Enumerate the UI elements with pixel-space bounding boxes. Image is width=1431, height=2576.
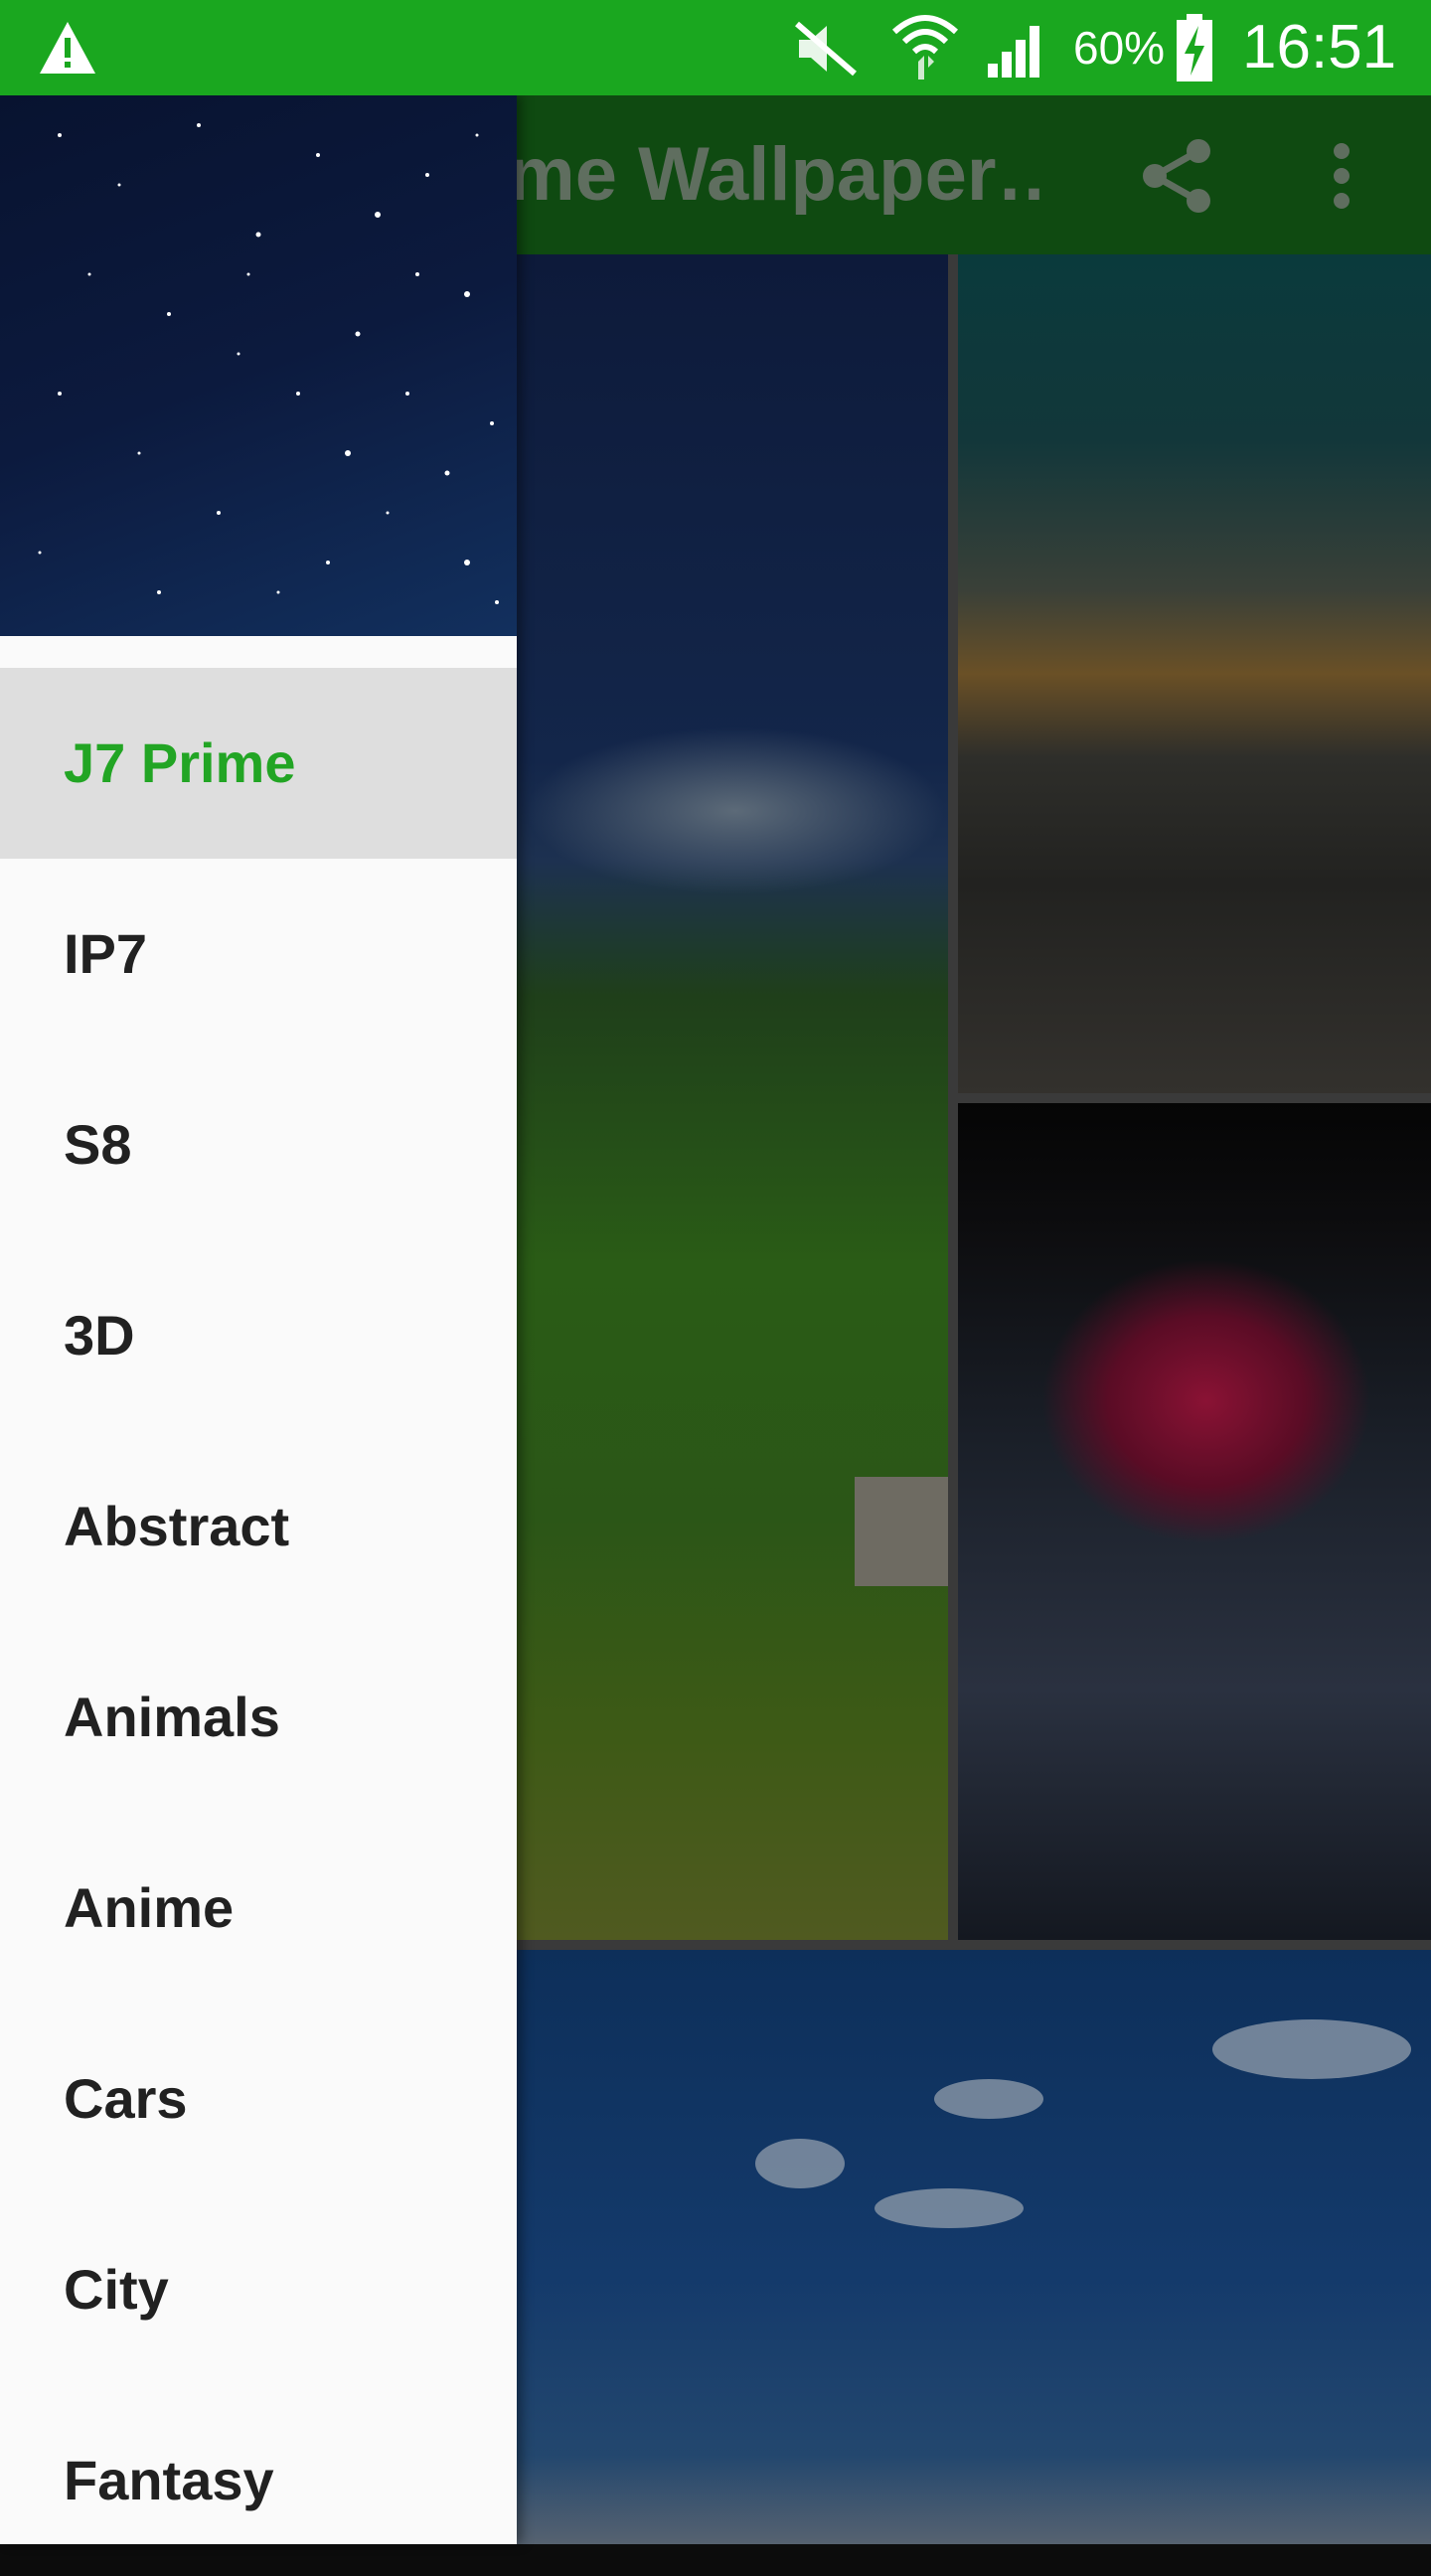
drawer-item-label: 3D	[64, 1304, 135, 1367]
drawer-item-label: Cars	[64, 2067, 188, 2130]
drawer-item-label: Animals	[64, 1686, 280, 1748]
drawer-item-label: IP7	[64, 922, 148, 985]
warning-icon	[40, 22, 95, 74]
drawer-category-list: J7 Prime IP7 S8 3D Abstract Animals Anim…	[0, 668, 517, 2576]
drawer-item-cars[interactable]: Cars	[0, 2004, 517, 2194]
drawer-item-label: S8	[64, 1113, 132, 1176]
drawer-item-city[interactable]: City	[0, 2194, 517, 2385]
cloud-shape	[755, 2139, 845, 2188]
drawer-item-label: Fantasy	[64, 2449, 274, 2511]
drawer-item-3d[interactable]: 3D	[0, 1240, 517, 1431]
drawer-item-label: City	[64, 2258, 169, 2321]
drawer-item-fantasy[interactable]: Fantasy	[0, 2385, 517, 2576]
drawer-item-anime[interactable]: Anime	[0, 1813, 517, 2004]
share-icon[interactable]	[1133, 131, 1222, 221]
app-title: ime Wallpaper…	[487, 135, 1043, 215]
wallpaper-thumbnail-red-tree[interactable]	[958, 1103, 1431, 1940]
more-vert-icon[interactable]	[1312, 131, 1371, 221]
signal-icon	[988, 26, 1039, 78]
drawer-item-s8[interactable]: S8	[0, 1049, 517, 1240]
drawer-item-label: J7 Prime	[64, 731, 296, 794]
drawer-item-label: Abstract	[64, 1495, 290, 1557]
battery-charging-icon	[1177, 14, 1212, 81]
house-shape	[855, 1477, 948, 1586]
drawer-item-animals[interactable]: Animals	[0, 1622, 517, 1813]
cloud-shape	[1212, 2019, 1411, 2079]
drawer-item-abstract[interactable]: Abstract	[0, 1431, 517, 1622]
mute-icon	[795, 21, 857, 77]
status-bar: 60% 16:51	[0, 0, 1431, 95]
cloud-shape	[934, 2079, 1043, 2119]
cloud-shape	[874, 2188, 1024, 2228]
battery-percent: 60%	[1073, 22, 1166, 74]
navigation-drawer: J7 Prime IP7 S8 3D Abstract Animals Anim…	[0, 95, 517, 2544]
drawer-item-ip7[interactable]: IP7	[0, 859, 517, 1049]
starfield-image	[38, 123, 499, 604]
drawer-item-label: Anime	[64, 1876, 235, 1939]
wallpaper-thumbnail-sunset[interactable]	[958, 254, 1431, 1093]
drawer-item-j7-prime[interactable]: J7 Prime	[0, 668, 517, 859]
wifi-icon	[891, 15, 959, 80]
drawer-header-image	[0, 95, 517, 636]
clock: 16:51	[1242, 13, 1397, 81]
